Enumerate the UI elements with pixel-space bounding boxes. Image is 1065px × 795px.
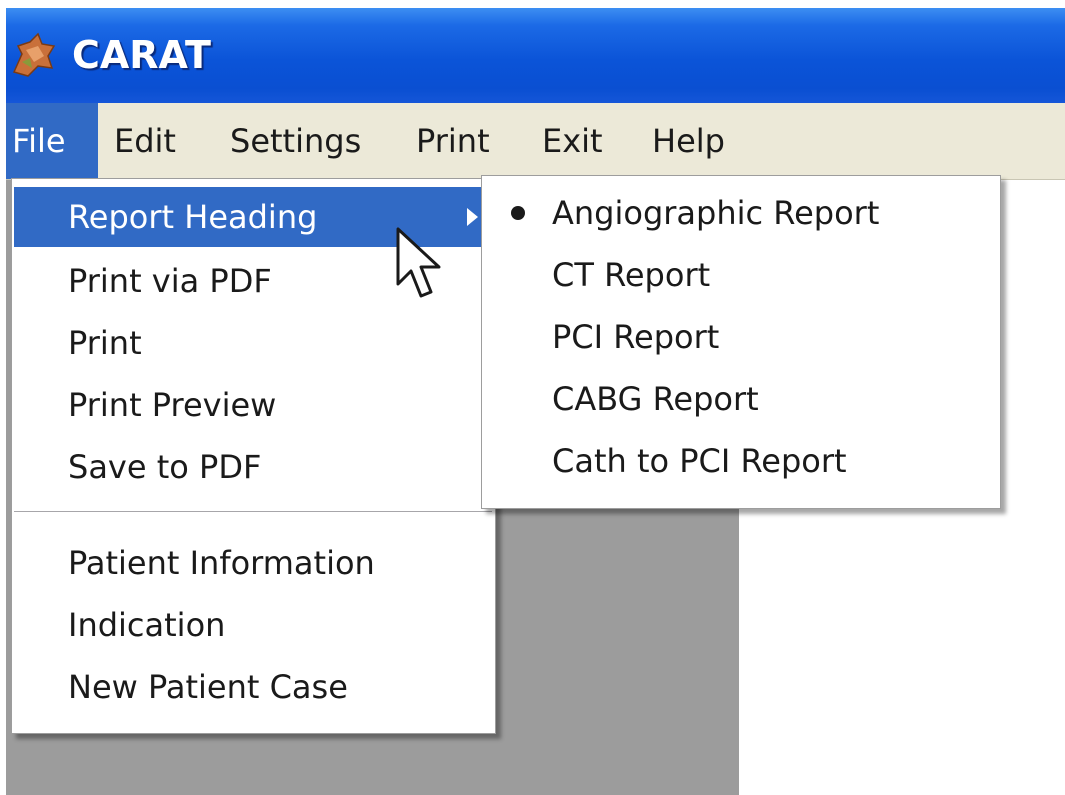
menu-bar: File Edit Settings Print Exit Help bbox=[6, 103, 1065, 180]
window-title: CARAT bbox=[72, 33, 211, 77]
submenu-item-ct-report[interactable]: CT Report bbox=[484, 244, 996, 306]
radio-selected-icon bbox=[511, 206, 525, 220]
app-window: CARAT File Edit Settings Print Exit Help… bbox=[6, 8, 1065, 795]
submenu-item-angiographic-report[interactable]: Angiographic Report bbox=[484, 182, 996, 244]
menu-exit[interactable]: Exit bbox=[542, 103, 603, 179]
file-menu-item-patient-information[interactable]: Patient Information bbox=[14, 533, 492, 593]
submenu-item-label: Angiographic Report bbox=[552, 194, 880, 232]
file-menu-item-new-patient-case[interactable]: New Patient Case bbox=[14, 657, 492, 717]
file-menu-item-label: Report Heading bbox=[68, 198, 318, 236]
menu-file[interactable]: File bbox=[6, 103, 98, 179]
submenu-item-cath-to-pci-report[interactable]: Cath to PCI Report bbox=[484, 430, 996, 492]
file-menu-item-save-to-pdf[interactable]: Save to PDF bbox=[14, 437, 492, 497]
file-menu-item-indication[interactable]: Indication bbox=[14, 595, 492, 655]
menu-settings[interactable]: Settings bbox=[230, 103, 361, 179]
menu-edit[interactable]: Edit bbox=[114, 103, 176, 179]
title-bar[interactable]: CARAT bbox=[6, 8, 1065, 103]
menu-separator bbox=[14, 511, 492, 513]
file-menu-item-print[interactable]: Print bbox=[14, 313, 492, 373]
file-menu-item-print-preview[interactable]: Print Preview bbox=[14, 375, 492, 435]
submenu-item-cabg-report[interactable]: CABG Report bbox=[484, 368, 996, 430]
submenu-item-pci-report[interactable]: PCI Report bbox=[484, 306, 996, 368]
report-heading-submenu: Angiographic Report CT Report PCI Report… bbox=[481, 175, 1001, 509]
submenu-arrow-icon bbox=[467, 208, 478, 226]
app-logo-icon bbox=[12, 32, 56, 77]
menu-print[interactable]: Print bbox=[416, 103, 490, 179]
menu-help[interactable]: Help bbox=[652, 103, 725, 179]
mouse-pointer-icon bbox=[396, 227, 441, 298]
